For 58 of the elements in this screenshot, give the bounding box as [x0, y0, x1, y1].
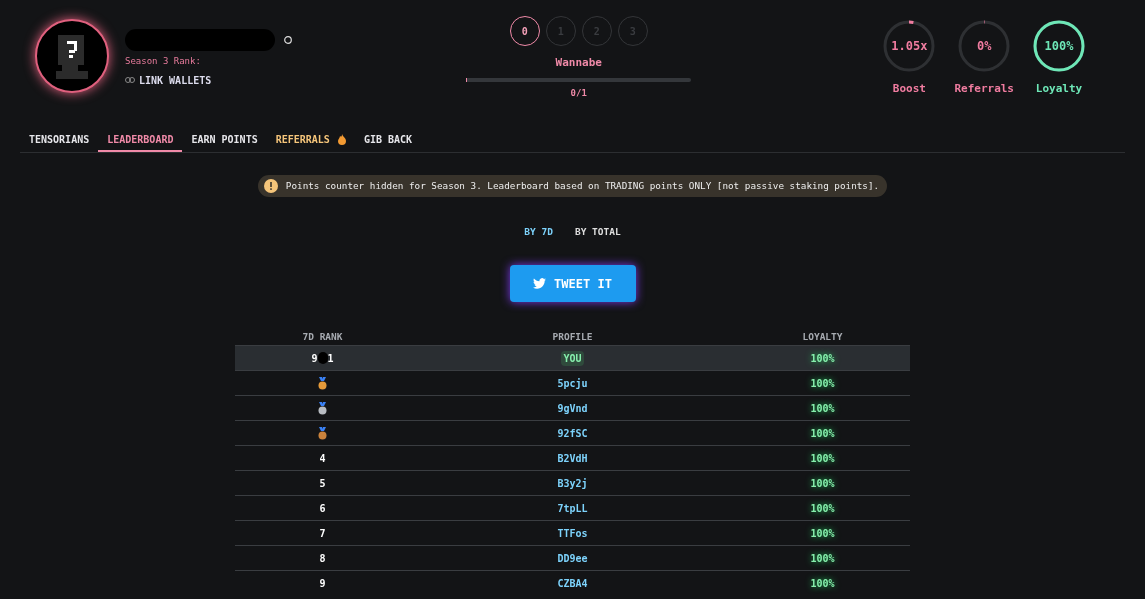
stat-value: 0%	[976, 38, 992, 55]
progress-ring	[958, 20, 1010, 72]
tab[interactable]: TENSORIANS	[20, 128, 99, 152]
progress-ring	[1033, 20, 1085, 72]
rank-number: 8	[319, 551, 326, 566]
bird-icon	[533, 278, 547, 290]
rank-number: 4	[319, 451, 326, 466]
link-wallets-button[interactable]: LINK WALLETS	[139, 72, 212, 88]
notice-text: Points counter hidden for Season 3. Leaderboard based on TRADING points ONLY [not passive staking points].	[285, 179, 881, 193]
rank-number: 5	[319, 476, 326, 491]
rank-number: 7	[319, 526, 326, 541]
stat-label: Boost	[892, 81, 926, 97]
tab[interactable]: EARN POINTS	[182, 128, 267, 152]
profile-link[interactable]: 7tpLL	[557, 500, 588, 516]
filter-toggle[interactable]: BY TOTAL	[574, 225, 621, 240]
loyalty-value: 100%	[810, 376, 835, 391]
column-header: LOYALTY	[801, 329, 844, 344]
rank-number: 1	[327, 351, 334, 366]
level-name: Wannabe	[555, 55, 602, 71]
loyalty-value: 100%	[810, 351, 835, 366]
profile-link[interactable]: 5pcju	[557, 375, 588, 391]
refresh-icon[interactable]	[283, 35, 293, 45]
column-header: 7D RANK	[301, 329, 344, 344]
filter-toggle[interactable]: BY 7D	[524, 225, 553, 240]
season-rank-label: Season 3 Rank:	[125, 55, 202, 68]
profile-link[interactable]: B2VdH	[557, 450, 588, 466]
profile-link[interactable]: B3y2j	[557, 475, 588, 491]
fire-icon	[337, 133, 346, 145]
column-header: PROFILE	[551, 329, 594, 344]
rank-number: 9	[319, 576, 326, 591]
warning-icon	[263, 179, 278, 193]
profile-link[interactable]: 92fSC	[557, 425, 588, 441]
loyalty-value: 100%	[810, 526, 835, 541]
loyalty-value: 100%	[810, 551, 835, 566]
stat-value: 1.05x	[891, 38, 928, 55]
stat-label: Loyalty	[1035, 81, 1083, 97]
stat-label: Referrals	[954, 81, 1014, 97]
tab[interactable]: LEADERBOARD	[98, 128, 183, 152]
rank-number: 6	[319, 501, 326, 516]
profile-link[interactable]: CZBA4	[557, 575, 588, 591]
tab[interactable]: GIB BACK	[354, 128, 422, 152]
loyalty-value: 100%	[810, 451, 835, 466]
loyalty-value: 100%	[810, 476, 835, 491]
loyalty-value: 100%	[810, 501, 835, 516]
loyalty-value: 100%	[810, 426, 835, 441]
rank-number: 9	[311, 351, 318, 366]
profile-link[interactable]: DD9ee	[557, 550, 588, 566]
tab[interactable]: REFERRALS	[266, 128, 355, 152]
progress-reading: 0/1	[570, 86, 587, 100]
loyalty-value: 100%	[810, 401, 835, 416]
stat-value: 100%	[1044, 38, 1074, 55]
redaction-mark	[317, 352, 328, 365]
you-badge: YOU	[561, 350, 584, 366]
profile-link[interactable]: 9gVnd	[557, 400, 588, 416]
progress-ring	[883, 20, 935, 72]
link-icon	[125, 77, 135, 83]
profile-link[interactable]: TTFos	[557, 525, 588, 541]
loyalty-value: 100%	[810, 576, 835, 591]
